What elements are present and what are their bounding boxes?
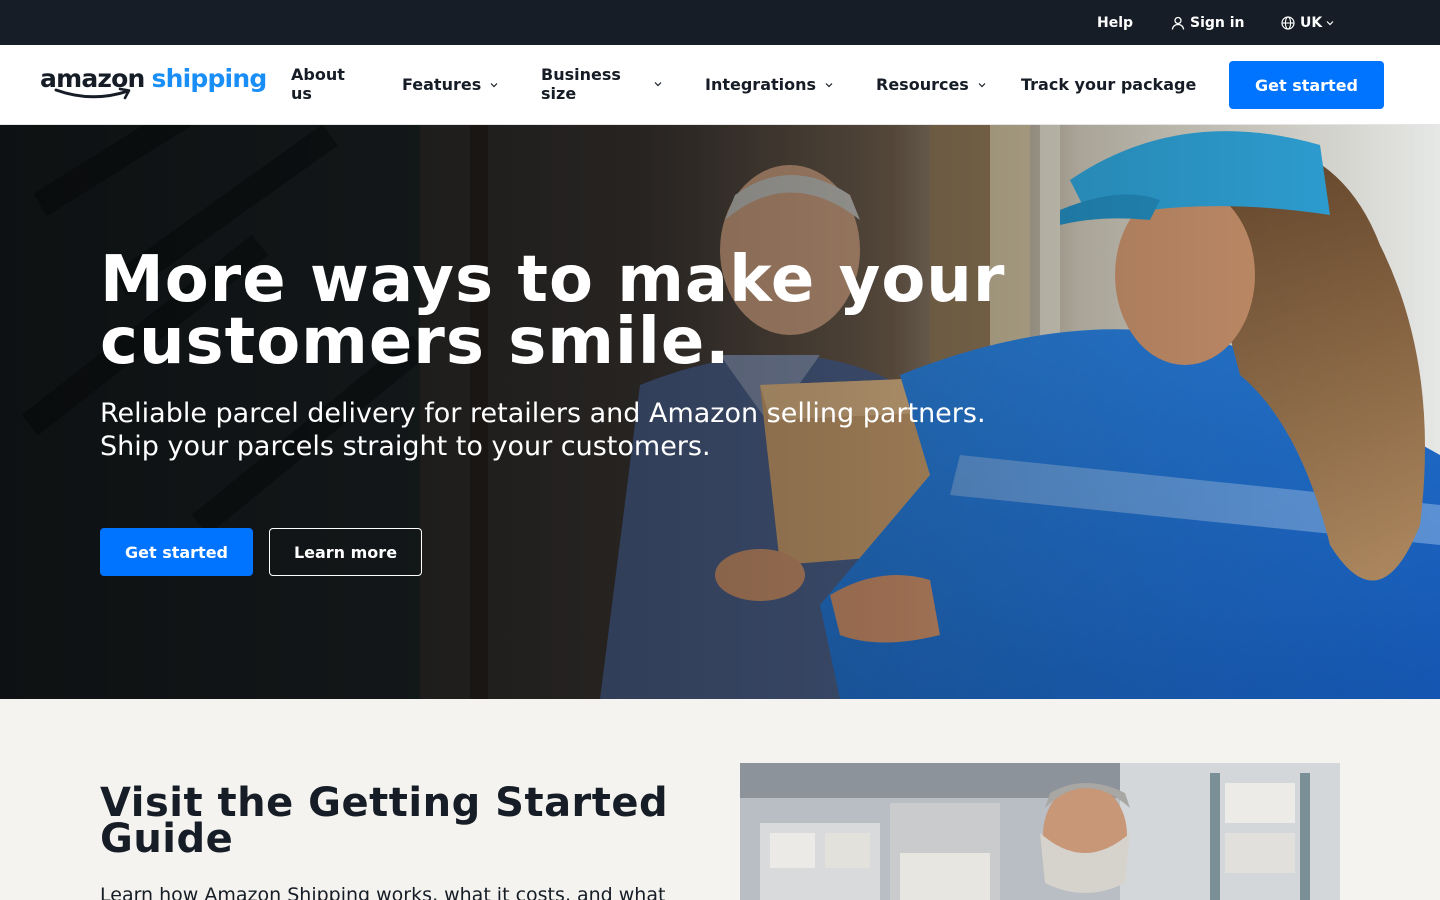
- nav-integrations-label: Integrations: [705, 75, 817, 94]
- nav-track-package[interactable]: Track your package: [1021, 75, 1196, 94]
- chevron-down-icon: [1326, 20, 1334, 25]
- chevron-down-icon: [654, 82, 662, 87]
- sign-in-link[interactable]: Sign in: [1171, 0, 1245, 45]
- help-link[interactable]: Help: [1097, 0, 1133, 45]
- nav-features-label: Features: [402, 75, 482, 94]
- nav-about-label: About us: [291, 65, 345, 103]
- main-nav: amazon shipping About us Features Busines…: [0, 45, 1440, 125]
- user-icon: [1171, 16, 1185, 30]
- nav-features[interactable]: Features: [402, 75, 499, 94]
- globe-icon: [1281, 15, 1295, 30]
- utility-bar: Help Sign in UK: [0, 0, 1440, 45]
- nav-business-label: Business size: [541, 65, 621, 103]
- region-selector[interactable]: UK: [1281, 0, 1335, 45]
- getting-started-section: Visit the Getting Started Guide Learn ho…: [0, 699, 1440, 900]
- nav-get-started-button[interactable]: Get started: [1229, 61, 1384, 109]
- chevron-down-icon: [825, 82, 833, 87]
- hero-subtitle-line-1: Reliable parcel delivery for retailers a…: [100, 398, 986, 429]
- nav-about-us[interactable]: About us: [291, 65, 361, 103]
- hero-title: More ways to make your customers smile.: [100, 243, 1006, 379]
- guide-title: Visit the Getting Started Guide: [100, 780, 669, 862]
- nav-resources[interactable]: Resources: [876, 75, 987, 94]
- warehouse-illustration: [740, 763, 1340, 900]
- hero-section: More ways to make your customers smile. …: [0, 125, 1440, 699]
- amazon-shipping-logo[interactable]: amazon shipping: [40, 63, 267, 107]
- nav-integrations[interactable]: Integrations: [705, 75, 834, 94]
- smile-arrow-icon: [54, 87, 131, 100]
- hero-learn-more-button[interactable]: Learn more: [269, 528, 422, 576]
- nav-business-size[interactable]: Business size: [541, 65, 665, 103]
- hero-subtitle-line-2: Ship your parcels straight to your custo…: [100, 431, 711, 462]
- chevron-down-icon: [490, 82, 498, 87]
- nav-resources-label: Resources: [876, 75, 969, 94]
- hero-get-started-button[interactable]: Get started: [100, 528, 253, 576]
- warehouse-worker-image: [740, 763, 1340, 900]
- guide-description: Learn how Amazon Shipping works, what it…: [100, 884, 666, 900]
- region-label: UK: [1300, 14, 1323, 31]
- chevron-down-icon: [978, 82, 986, 87]
- hero-subtitle: Reliable parcel delivery for retailers a…: [100, 397, 1060, 463]
- help-label: Help: [1097, 14, 1134, 31]
- sign-in-label: Sign in: [1190, 14, 1245, 31]
- nav-track-label: Track your package: [1021, 75, 1197, 94]
